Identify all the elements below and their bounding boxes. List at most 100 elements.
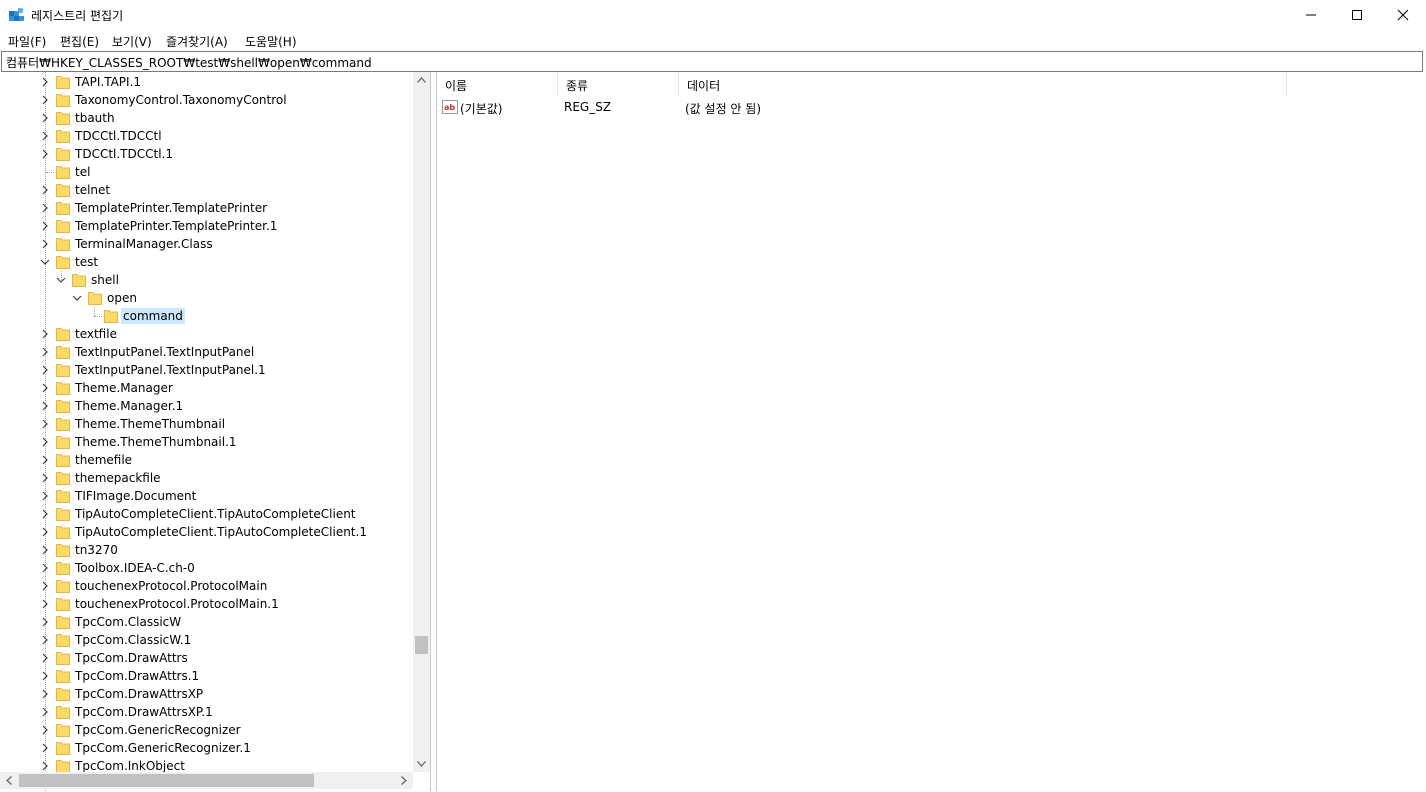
menu-help[interactable]: 도움말(H) (245, 33, 297, 50)
chevron-right-icon[interactable] (40, 147, 50, 161)
chevron-right-icon[interactable] (40, 201, 50, 215)
chevron-right-icon[interactable] (40, 597, 50, 611)
tree-item[interactable]: TemplatePrinter.TemplatePrinter.1 (0, 217, 412, 235)
tree-item[interactable]: TpcCom.DrawAttrs (0, 649, 412, 667)
tree-item[interactable]: Toolbox.IDEA-C.ch-0 (0, 559, 412, 577)
chevron-right-icon[interactable] (40, 453, 50, 467)
tree-item[interactable]: TpcCom.DrawAttrsXP.1 (0, 703, 412, 721)
tree-item[interactable]: command (0, 307, 412, 325)
chevron-right-icon[interactable] (40, 615, 50, 629)
tree-item[interactable]: themepackfile (0, 469, 412, 487)
chevron-right-icon[interactable] (40, 525, 50, 539)
chevron-right-icon[interactable] (40, 399, 50, 413)
tree-item[interactable]: Theme.ThemeThumbnail.1 (0, 433, 412, 451)
chevron-right-icon[interactable] (40, 705, 50, 719)
chevron-right-icon[interactable] (40, 327, 50, 341)
chevron-right-icon[interactable] (40, 183, 50, 197)
folder-icon (56, 238, 70, 251)
column-header-data[interactable]: 데이터 (679, 72, 1287, 96)
chevron-right-icon[interactable] (40, 633, 50, 647)
tree-item[interactable]: TpcCom.DrawAttrs.1 (0, 667, 412, 685)
tree-item[interactable]: touchenexProtocol.ProtocolMain.1 (0, 595, 412, 613)
chevron-right-icon[interactable] (40, 741, 50, 755)
tree-item[interactable]: TaxonomyControl.TaxonomyControl (0, 91, 412, 109)
close-button[interactable] (1380, 0, 1426, 30)
tree-vertical-scroll-thumb[interactable] (415, 636, 428, 654)
tree-item[interactable]: TipAutoCompleteClient.TipAutoCompleteCli… (0, 523, 412, 541)
tree-item[interactable]: TpcCom.ClassicW.1 (0, 631, 412, 649)
folder-icon (56, 490, 70, 503)
chevron-right-icon[interactable] (40, 471, 50, 485)
tree-item[interactable]: TpcCom.ClassicW (0, 613, 412, 631)
chevron-right-icon[interactable] (40, 579, 50, 593)
tree-item[interactable]: TpcCom.GenericRecognizer.1 (0, 739, 412, 757)
chevron-right-icon[interactable] (40, 345, 50, 359)
tree-item[interactable]: telnet (0, 181, 412, 199)
chevron-right-icon[interactable] (40, 219, 50, 233)
value-row[interactable]: ab (기본값) REG_SZ (값 설정 안 됨) (437, 97, 1426, 117)
chevron-right-icon[interactable] (40, 435, 50, 449)
tree-item[interactable]: textfile (0, 325, 412, 343)
menu-edit[interactable]: 편집(E) (60, 33, 99, 50)
folder-icon (56, 634, 70, 647)
tree-item[interactable]: touchenexProtocol.ProtocolMain (0, 577, 412, 595)
chevron-right-icon[interactable] (40, 723, 50, 737)
column-header-name[interactable]: 이름 (437, 72, 558, 96)
folder-icon (56, 670, 70, 683)
tree-item[interactable]: TDCCtl.TDCCtl (0, 127, 412, 145)
chevron-right-icon[interactable] (40, 75, 50, 89)
tree-item[interactable]: tbauth (0, 109, 412, 127)
chevron-right-icon[interactable] (40, 561, 50, 575)
chevron-right-icon[interactable] (40, 93, 50, 107)
menu-favorites[interactable]: 즐겨찾기(A) (166, 33, 228, 50)
tree-item[interactable]: TDCCtl.TDCCtl.1 (0, 145, 412, 163)
tree-item[interactable]: open (0, 289, 412, 307)
chevron-down-icon[interactable] (72, 291, 82, 305)
chevron-right-icon[interactable] (40, 669, 50, 683)
menu-file[interactable]: 파일(F) (8, 33, 46, 50)
tree-item[interactable]: TemplatePrinter.TemplatePrinter (0, 199, 412, 217)
tree-item-label: TaxonomyControl.TaxonomyControl (75, 93, 287, 107)
chevron-right-icon[interactable] (40, 129, 50, 143)
menu-view[interactable]: 보기(V) (112, 33, 152, 50)
scroll-up-icon[interactable] (417, 77, 426, 83)
tree-horizontal-scroll-thumb[interactable] (19, 774, 314, 787)
tree-item[interactable]: TAPI.TAPI.1 (0, 73, 412, 91)
tree-item[interactable]: Theme.ThemeThumbnail (0, 415, 412, 433)
minimize-button[interactable] (1288, 0, 1334, 30)
tree-item[interactable]: TextInputPanel.TextInputPanel.1 (0, 361, 412, 379)
chevron-right-icon[interactable] (40, 507, 50, 521)
tree-item[interactable]: TIFImage.Document (0, 487, 412, 505)
tree-vertical-scrollbar[interactable] (413, 72, 430, 772)
column-header-type[interactable]: 종류 (558, 72, 679, 96)
scroll-down-icon[interactable] (417, 761, 426, 767)
tree-item[interactable]: TpcCom.GenericRecognizer (0, 721, 412, 739)
tree-horizontal-scrollbar[interactable] (0, 772, 413, 789)
tree-item[interactable]: Theme.Manager.1 (0, 397, 412, 415)
tree-item[interactable]: TpcCom.DrawAttrsXP (0, 685, 412, 703)
chevron-right-icon[interactable] (40, 381, 50, 395)
tree-item[interactable]: TerminalManager.Class (0, 235, 412, 253)
maximize-button[interactable] (1334, 0, 1380, 30)
tree-item-label: TemplatePrinter.TemplatePrinter (75, 201, 268, 215)
scroll-left-icon[interactable] (6, 776, 12, 785)
tree-item[interactable]: Theme.Manager (0, 379, 412, 397)
tree-item[interactable]: TextInputPanel.TextInputPanel (0, 343, 412, 361)
chevron-right-icon[interactable] (40, 759, 50, 773)
chevron-right-icon[interactable] (40, 687, 50, 701)
chevron-right-icon[interactable] (40, 363, 50, 377)
address-bar[interactable]: 컴퓨터₩HKEY_CLASSES_ROOT₩test₩shell₩open₩co… (1, 51, 1423, 72)
chevron-down-icon[interactable] (40, 255, 50, 269)
tree-item[interactable]: tn3270 (0, 541, 412, 559)
chevron-right-icon[interactable] (40, 489, 50, 503)
chevron-right-icon[interactable] (40, 543, 50, 557)
tree-item[interactable]: tel (0, 163, 412, 181)
chevron-right-icon[interactable] (40, 651, 50, 665)
scroll-right-icon[interactable] (401, 776, 407, 785)
chevron-right-icon[interactable] (40, 111, 50, 125)
chevron-right-icon[interactable] (40, 417, 50, 431)
tree-item[interactable]: TipAutoCompleteClient.TipAutoCompleteCli… (0, 505, 412, 523)
chevron-right-icon[interactable] (40, 237, 50, 251)
tree-item[interactable]: test (0, 253, 412, 271)
tree-item[interactable]: themefile (0, 451, 412, 469)
